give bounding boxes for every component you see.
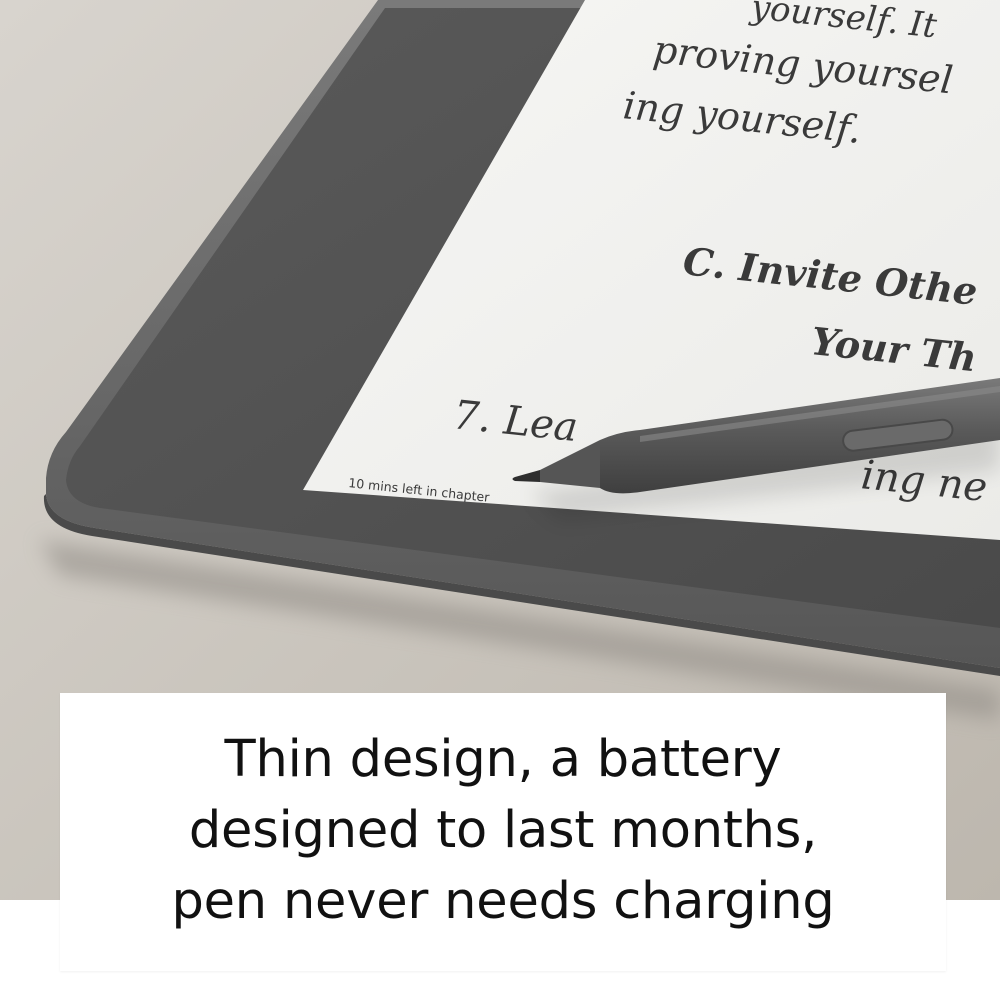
caption-card: Thin design, a battery designed to last … xyxy=(60,693,946,971)
caption-line-2: designed to last months, xyxy=(188,800,818,860)
caption-line-3: pen never needs charging xyxy=(171,871,835,931)
caption-line-1: Thin design, a battery xyxy=(224,729,782,789)
